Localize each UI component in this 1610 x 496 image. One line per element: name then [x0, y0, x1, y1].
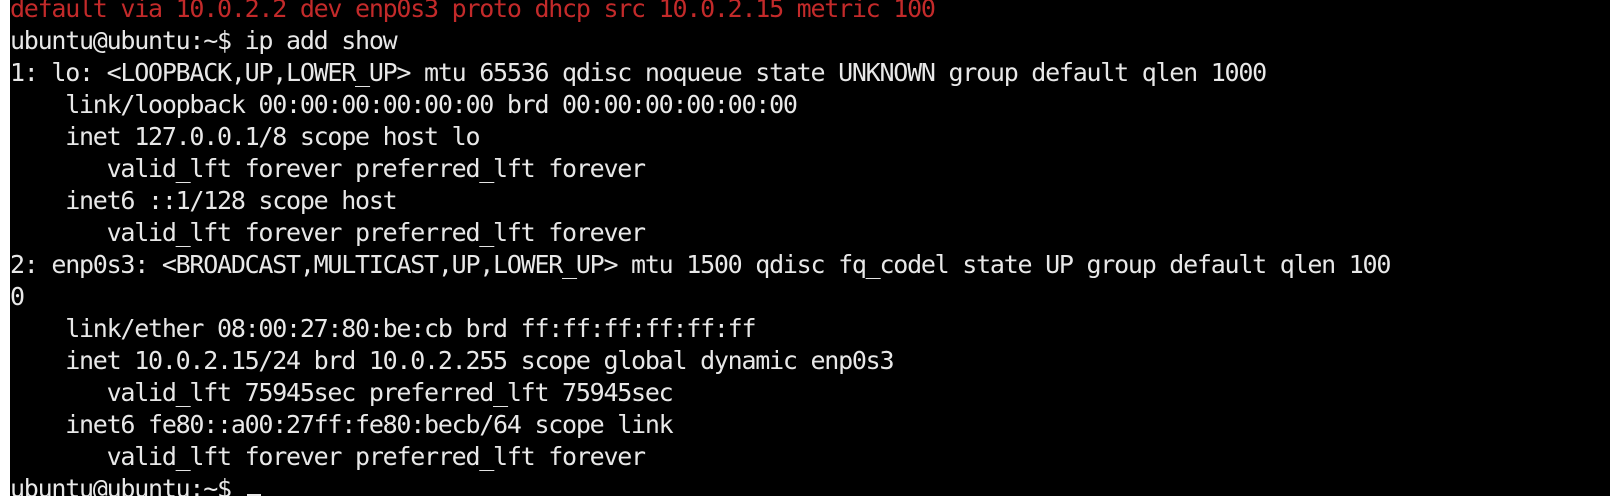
- terminal-line: link/loopback 00:00:00:00:00:00 brd 00:0…: [10, 90, 798, 119]
- terminal-prompt-line[interactable]: ubuntu@ubuntu:~$: [10, 473, 1610, 496]
- terminal-line: inet6 fe80::a00:27ff:fe80:becb/64 scope …: [10, 410, 674, 439]
- terminal-line-partial: default via 10.0.2.2 dev enp0s3 proto dh…: [10, 0, 936, 23]
- terminal-prompt: ubuntu@ubuntu:~$: [10, 474, 245, 496]
- terminal-line: inet6 ::1/128 scope host: [10, 186, 397, 215]
- terminal-line: valid_lft forever preferred_lft forever: [10, 442, 647, 471]
- terminal-line: valid_lft forever preferred_lft forever: [10, 218, 647, 247]
- terminal-line: valid_lft 75945sec preferred_lft 75945se…: [10, 378, 674, 407]
- terminal-line: 2: enp0s3: <BROADCAST,MULTICAST,UP,LOWER…: [10, 250, 1391, 279]
- terminal-line: 1: lo: <LOOPBACK,UP,LOWER_UP> mtu 65536 …: [10, 58, 1267, 87]
- terminal-line: 0: [10, 282, 25, 311]
- terminal-window[interactable]: default via 10.0.2.2 dev enp0s3 proto dh…: [10, 0, 1610, 496]
- screen: default via 10.0.2.2 dev enp0s3 proto dh…: [0, 0, 1610, 496]
- terminal-line: valid_lft forever preferred_lft forever: [10, 154, 647, 183]
- terminal-line: link/ether 08:00:27:80:be:cb brd ff:ff:f…: [10, 314, 756, 343]
- terminal-line: inet 10.0.2.15/24 brd 10.0.2.255 scope g…: [10, 346, 894, 375]
- terminal-line-command: ubuntu@ubuntu:~$ ip add show: [10, 26, 398, 55]
- terminal-output: default via 10.0.2.2 dev enp0s3 proto dh…: [10, 0, 1610, 496]
- terminal-line: inet 127.0.0.1/8 scope host lo: [10, 122, 480, 151]
